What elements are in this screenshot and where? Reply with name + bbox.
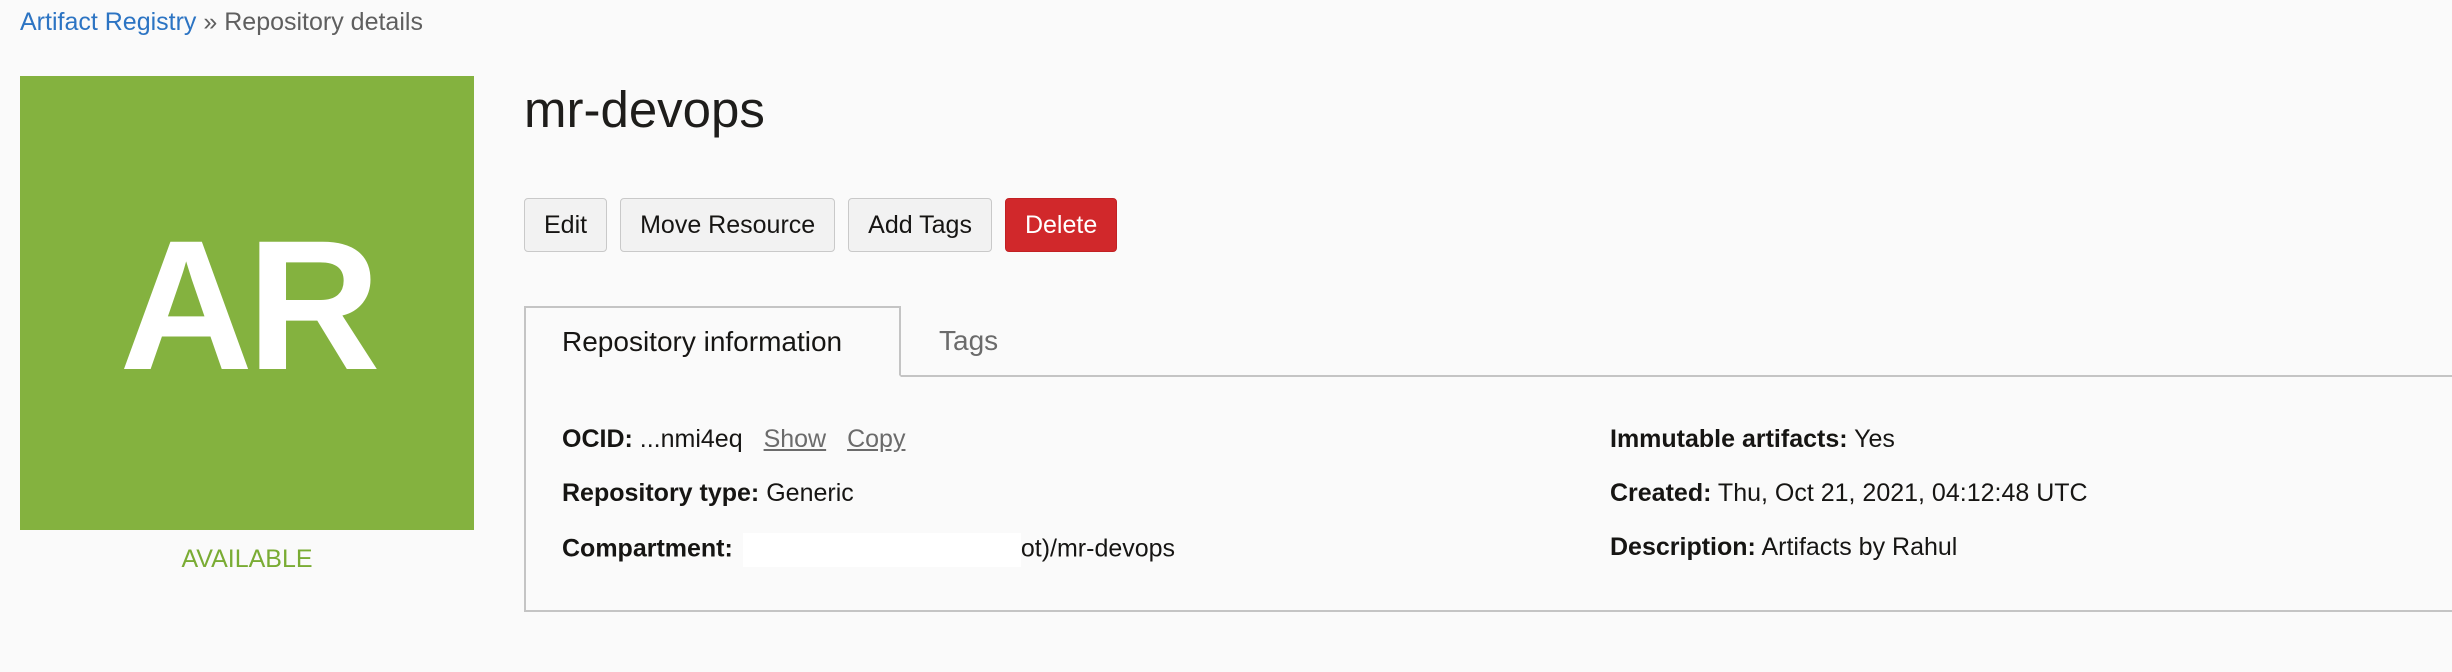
description-value: Artifacts by Rahul: [1761, 533, 1958, 561]
breadcrumb-separator: »: [196, 8, 225, 36]
breadcrumb-link-artifact-registry[interactable]: Artifact Registry: [20, 8, 196, 36]
repository-type-value: Generic: [766, 479, 854, 507]
immutable-artifacts-value: Yes: [1854, 425, 1895, 453]
add-tags-button[interactable]: Add Tags: [848, 198, 992, 252]
delete-button[interactable]: Delete: [1004, 198, 1118, 252]
compartment-field: Compartment: ot)/mr-devops: [562, 533, 1175, 567]
compartment-label: Compartment:: [562, 534, 733, 563]
immutable-artifacts-label: Immutable artifacts:: [1610, 425, 1848, 453]
page-title: mr-devops: [524, 81, 765, 138]
created-value: Thu, Oct 21, 2021, 04:12:48 UTC: [1717, 479, 2088, 507]
badge-initials: AR: [119, 202, 380, 409]
ocid-value: ...nmi4eq: [639, 425, 743, 453]
created-field: Created: Thu, Oct 21, 2021, 04:12:48 UTC: [1610, 479, 2088, 508]
ocid-field: OCID: ...nmi4eq Show Copy: [562, 425, 905, 454]
status-badge: AVAILABLE: [181, 545, 313, 573]
ocid-label: OCID:: [562, 425, 633, 453]
created-label: Created:: [1610, 479, 1712, 507]
ocid-show-link[interactable]: Show: [764, 425, 827, 453]
description-field: Description: Artifacts by Rahul: [1610, 533, 1957, 562]
breadcrumb-current: Repository details: [224, 8, 423, 36]
redacted-region: [742, 533, 1021, 567]
breadcrumb: Artifact Registry » Repository details: [20, 8, 423, 37]
repository-type-label: Repository type:: [562, 479, 760, 507]
edit-button[interactable]: Edit: [524, 198, 608, 252]
action-bar: Edit Move Resource Add Tags Delete: [524, 198, 1118, 252]
tab-repository-information[interactable]: Repository information: [524, 306, 901, 377]
tab-tags[interactable]: Tags: [939, 306, 998, 375]
tab-bar: Repository information Tags: [524, 306, 2452, 377]
description-label: Description:: [1610, 533, 1756, 561]
repository-type-field: Repository type: Generic: [562, 479, 854, 508]
ocid-copy-link[interactable]: Copy: [847, 425, 905, 453]
repository-info-panel: OCID: ...nmi4eq Show Copy Repository typ…: [524, 375, 2452, 612]
resource-badge: AR: [20, 76, 474, 530]
move-resource-button[interactable]: Move Resource: [620, 198, 836, 252]
compartment-value[interactable]: ot)/mr-devops: [1021, 535, 1175, 563]
immutable-artifacts-field: Immutable artifacts: Yes: [1610, 425, 1895, 454]
